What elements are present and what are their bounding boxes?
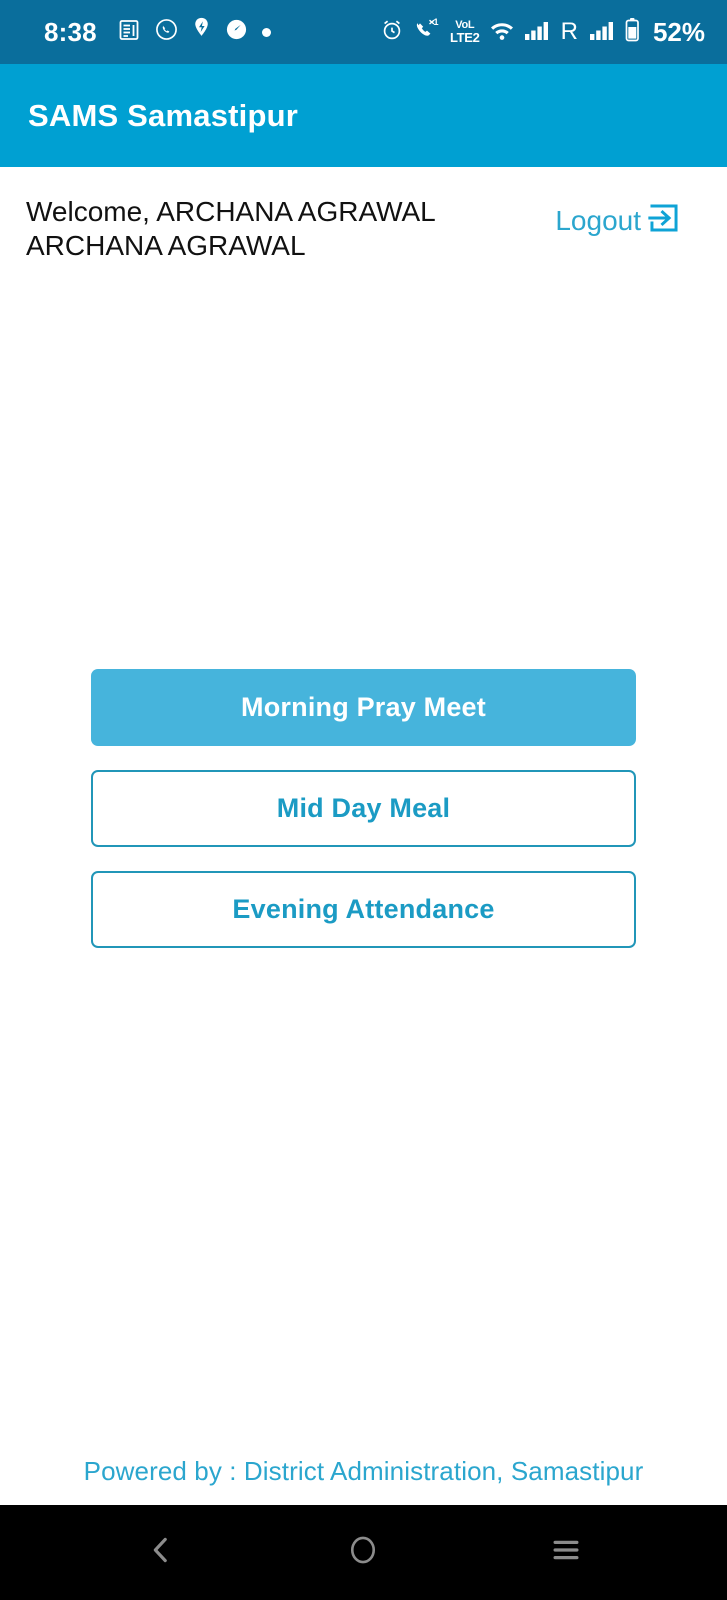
footer-powered-by: Powered by : District Administration, Sa… (83, 1456, 644, 1486)
welcome-message: Welcome, ARCHANA AGRAWAL ARCHANA AGRAWAL (26, 196, 435, 262)
logout-label: Logout (555, 204, 641, 236)
volte-line-2: LTE2 (449, 30, 480, 45)
svg-text:1: 1 (433, 18, 438, 27)
speedometer-icon (224, 17, 249, 47)
welcome-row: Welcome, ARCHANA AGRAWAL ARCHANA AGRAWAL… (0, 167, 727, 263)
signal-bars-2-icon (589, 19, 615, 46)
app-bar: SAMS Samastipur (0, 64, 727, 167)
status-clock: 8:38 (44, 16, 97, 47)
alarm-clock-icon (380, 18, 404, 47)
mid-day-meal-button[interactable]: Mid Day Meal (91, 770, 636, 847)
menu-button-stack: Morning Pray Meet Mid Day Meal Evening A… (0, 669, 727, 948)
signal-bars-icon (524, 19, 550, 46)
battery-percent-label: 52% (652, 16, 705, 47)
status-bar-right-group: 1 VoL LTE2 R 52% (380, 17, 705, 48)
roaming-icon: R (560, 18, 578, 45)
phone-screen: 8:38 1 VoL LTE2 R 52% SAMS Samastipur We… (0, 0, 727, 1600)
logout-exit-icon (647, 201, 681, 240)
location-pin-icon (192, 17, 211, 47)
app-title: SAMS Samastipur (28, 97, 299, 133)
hamburger-icon (550, 1536, 582, 1569)
news-document-icon (117, 18, 141, 47)
morning-pray-meet-button[interactable]: Morning Pray Meet (91, 669, 636, 746)
chevron-left-icon (144, 1533, 178, 1572)
logout-button[interactable]: Logout (555, 201, 703, 240)
main-content: Welcome, ARCHANA AGRAWAL ARCHANA AGRAWAL… (0, 167, 727, 1505)
nav-recents-button[interactable] (521, 1508, 611, 1598)
system-navigation-bar (0, 1505, 727, 1600)
circle-icon (347, 1533, 379, 1572)
nav-back-button[interactable] (116, 1508, 206, 1598)
missed-call-icon: 1 (413, 17, 441, 47)
nav-home-button[interactable] (318, 1508, 408, 1598)
dot-icon (261, 27, 271, 37)
status-bar: 8:38 1 VoL LTE2 R 52% (0, 0, 727, 64)
whatsapp-icon (154, 17, 179, 47)
battery-icon (624, 17, 641, 48)
evening-attendance-button[interactable]: Evening Attendance (91, 871, 636, 948)
status-bar-left-group: 8:38 (44, 17, 271, 48)
volte-icon: VoL LTE2 (449, 20, 480, 45)
wifi-icon (489, 19, 515, 46)
